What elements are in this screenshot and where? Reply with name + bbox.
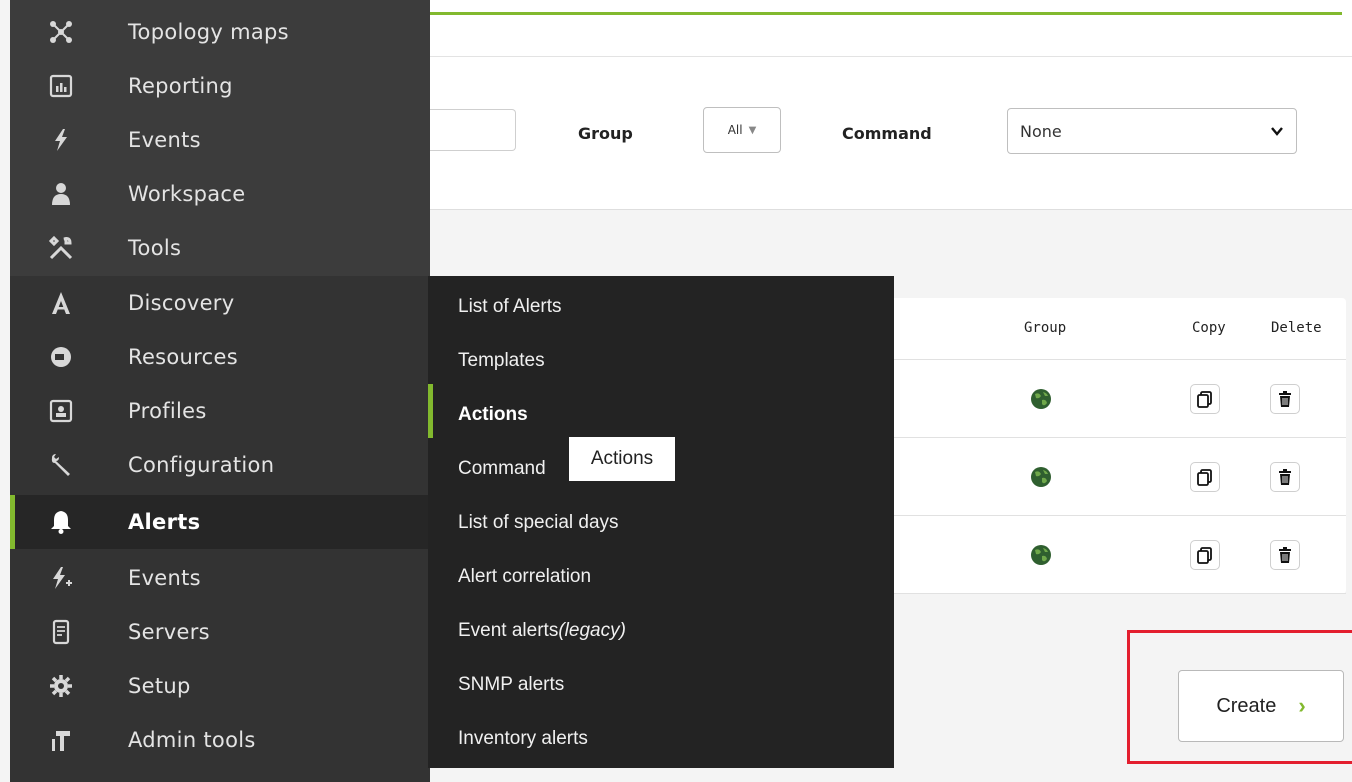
copy-icon <box>1197 547 1212 564</box>
copy-button[interactable] <box>1190 462 1220 492</box>
tooltip: Actions <box>569 437 675 481</box>
profiles-icon <box>48 398 74 424</box>
create-button[interactable]: Create › <box>1178 670 1344 742</box>
sidebar-item-topology-maps[interactable]: Topology maps <box>10 5 430 59</box>
sidebar-item-servers[interactable]: Servers <box>10 605 430 659</box>
group-label: Group <box>578 124 633 143</box>
resources-icon <box>48 344 74 370</box>
group-select-value: All <box>727 123 743 137</box>
chevron-down-icon <box>1271 127 1283 136</box>
events-plus-icon <box>48 565 74 591</box>
sidebar-item-label: Setup <box>128 674 191 698</box>
copy-button[interactable] <box>1190 540 1220 570</box>
copy-button[interactable] <box>1190 384 1220 414</box>
copy-icon <box>1197 469 1212 486</box>
sidebar: Topology maps Reporting Events Workspace… <box>10 0 430 782</box>
sidebar-item-label: Tools <box>128 236 182 260</box>
command-select[interactable]: None <box>1007 108 1297 154</box>
sidebar-item-label: Resources <box>128 345 238 369</box>
submenu-item-actions[interactable]: Actions <box>458 404 528 426</box>
sidebar-item-configuration[interactable]: Configuration <box>10 438 430 492</box>
row-divider <box>890 515 1346 516</box>
sidebar-item-profiles[interactable]: Profiles <box>10 384 430 438</box>
sidebar-item-label: Workspace <box>128 182 246 206</box>
sidebar-item-label: Servers <box>128 620 210 644</box>
sidebar-item-label: Alerts <box>128 510 201 534</box>
header-strip <box>430 0 1352 57</box>
submenu-item-alert-correlation[interactable]: Alert correlation <box>458 566 591 588</box>
submenu-item-snmp-alerts[interactable]: SNMP alerts <box>458 674 564 696</box>
submenu-item-label: Event alerts <box>458 620 559 641</box>
caret-down-icon: ▼ <box>748 124 757 136</box>
globe-icon <box>1031 389 1051 409</box>
workspace-icon <box>48 181 74 207</box>
row-divider <box>890 437 1346 438</box>
server-icon <box>48 619 74 645</box>
delete-button[interactable] <box>1270 462 1300 492</box>
chevron-right-icon: › <box>1298 693 1306 718</box>
submenu-item-event-alerts[interactable]: Event alerts(legacy) <box>458 620 626 642</box>
trash-icon <box>1279 391 1291 407</box>
actions-table: Group Copy Delete <box>890 298 1346 594</box>
column-header-copy: Copy <box>1192 320 1226 336</box>
command-label: Command <box>842 124 932 143</box>
delete-button[interactable] <box>1270 384 1300 414</box>
submenu-item-list-of-special-days[interactable]: List of special days <box>458 512 619 534</box>
reporting-icon <box>48 73 74 99</box>
alerts-submenu: List of Alerts Templates Actions Command… <box>428 276 894 768</box>
column-header-group: Group <box>1024 320 1067 336</box>
accent-line <box>430 12 1342 15</box>
topology-icon <box>48 19 74 45</box>
globe-icon <box>1031 467 1051 487</box>
trash-icon <box>1279 547 1291 563</box>
command-select-value: None <box>1020 121 1062 141</box>
copy-icon <box>1197 391 1212 408</box>
trash-icon <box>1279 469 1291 485</box>
tools-icon <box>48 235 74 261</box>
create-button-label: Create <box>1216 694 1277 717</box>
sidebar-item-reporting[interactable]: Reporting <box>10 59 430 113</box>
sidebar-item-admin-tools[interactable]: Admin tools <box>10 713 430 767</box>
sidebar-item-resources[interactable]: Resources <box>10 330 430 384</box>
sidebar-item-events[interactable]: Events <box>10 113 430 167</box>
submenu-item-list-of-alerts[interactable]: List of Alerts <box>458 296 562 318</box>
wrench-icon <box>48 452 74 478</box>
sidebar-item-events-2[interactable]: Events <box>10 551 430 605</box>
events-icon <box>48 127 74 153</box>
row-divider <box>890 593 1346 594</box>
sidebar-item-tools[interactable]: Tools <box>10 221 430 275</box>
sidebar-item-label: Reporting <box>128 74 233 98</box>
sidebar-item-discovery[interactable]: Discovery <box>10 276 430 330</box>
legacy-suffix: (legacy) <box>558 620 626 641</box>
column-header-delete: Delete <box>1271 320 1322 336</box>
search-input[interactable] <box>430 109 516 151</box>
sidebar-item-label: Topology maps <box>128 20 289 44</box>
delete-button[interactable] <box>1270 540 1300 570</box>
sidebar-item-workspace[interactable]: Workspace <box>10 167 430 221</box>
sidebar-item-label: Admin tools <box>128 728 256 752</box>
sidebar-item-label: Events <box>128 128 201 152</box>
admin-tools-icon <box>48 727 74 753</box>
active-indicator <box>428 384 433 438</box>
gear-icon <box>48 673 74 699</box>
submenu-item-command[interactable]: Command <box>458 458 546 480</box>
sidebar-item-label: Profiles <box>128 399 207 423</box>
submenu-item-inventory-alerts[interactable]: Inventory alerts <box>458 728 588 750</box>
discovery-icon <box>48 290 74 316</box>
sidebar-item-label: Discovery <box>128 291 235 315</box>
sidebar-item-setup[interactable]: Setup <box>10 659 430 713</box>
sidebar-item-alerts[interactable]: Alerts <box>10 495 430 549</box>
submenu-item-templates[interactable]: Templates <box>458 350 545 372</box>
sidebar-item-label: Configuration <box>128 453 275 477</box>
group-select[interactable]: All ▼ <box>703 107 781 153</box>
row-divider <box>890 359 1346 360</box>
filter-bar: Group All ▼ Command None <box>430 57 1352 210</box>
globe-icon <box>1031 545 1051 565</box>
sidebar-item-label: Events <box>128 566 201 590</box>
bell-icon <box>48 509 74 535</box>
